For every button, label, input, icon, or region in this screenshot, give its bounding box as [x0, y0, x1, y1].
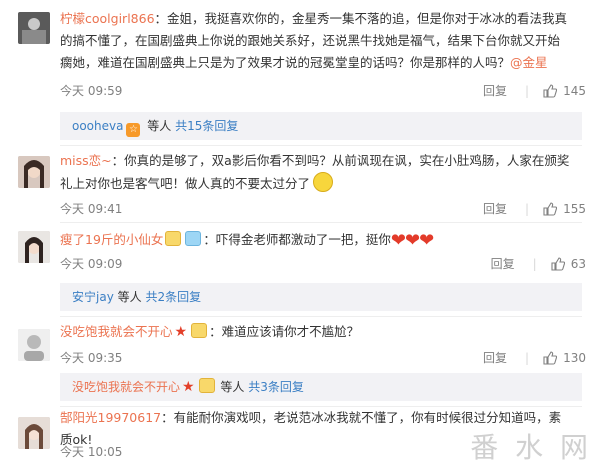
more-replies[interactable]: 安宁jay 等人 共2条回复: [60, 283, 582, 311]
vip-badge-icon: [185, 231, 202, 246]
avatar[interactable]: [18, 231, 50, 263]
comment-actions: 回复 | 63: [491, 255, 586, 272]
comment-username[interactable]: 郜阳光19970617: [60, 410, 161, 425]
reply-button[interactable]: 回复: [483, 349, 507, 366]
reply-username[interactable]: 没吃饱我就会不开心: [72, 380, 180, 394]
more-replies[interactable]: 没吃饱我就会不开心 ★ 等人 共3条回复: [60, 373, 582, 401]
divider: |: [525, 83, 530, 98]
thumbs-up-icon: [543, 201, 558, 216]
vip-badge-icon: ☆: [126, 123, 141, 137]
comment-actions: 回复 | 130: [483, 349, 586, 366]
comment-username[interactable]: 没吃饱我就会不开心: [60, 324, 173, 339]
reply-button[interactable]: 回复: [491, 255, 515, 272]
reply-button[interactable]: 回复: [483, 200, 507, 217]
comment-text: 瘦了19斤的小仙女 ：吓得金老师都激动了一把，挺你❤❤❤: [60, 229, 570, 252]
comment-time: 今天 09:59: [60, 84, 123, 98]
reply-count-link[interactable]: 共3条回复: [248, 380, 304, 394]
avatar[interactable]: [18, 156, 50, 188]
star-icon: ★: [182, 379, 195, 395]
reply-button[interactable]: 回复: [483, 82, 507, 99]
star-icon: ★: [174, 324, 188, 340]
comment-body: ：难道应该请你才不尴尬？: [209, 324, 360, 339]
divider: |: [532, 256, 537, 271]
smile-emoji-icon: [313, 172, 334, 192]
comment-username[interactable]: miss恋~: [60, 153, 112, 168]
like-count: 130: [563, 350, 586, 365]
comment-actions: 回复 | 155: [483, 200, 586, 217]
comment-text: 没吃饱我就会不开心 ★ ：难道应该请你才不尴尬？: [60, 321, 570, 343]
vip-badge-icon: [198, 378, 215, 393]
thumbs-up-icon: [551, 256, 565, 271]
reply-suffix: 等人: [220, 380, 245, 394]
thumbs-up-icon: [543, 83, 558, 98]
mention-link[interactable]: @金星: [510, 55, 548, 70]
divider: |: [525, 201, 530, 216]
like-button[interactable]: 155: [543, 202, 586, 216]
avatar[interactable]: [18, 12, 50, 44]
reply-count-link[interactable]: 共15条回复: [175, 119, 238, 133]
vip-badge-icon: [165, 231, 182, 246]
like-button[interactable]: 145: [543, 84, 586, 98]
comment-body: ：吓得金老师都激动了一把，挺你: [203, 232, 391, 247]
like-count: 145: [563, 83, 586, 98]
comment-username[interactable]: 瘦了19斤的小仙女: [60, 232, 163, 247]
comment-time: 今天 09:41: [60, 202, 123, 216]
vip-badge-icon: [191, 323, 208, 338]
reply-suffix: 等人: [117, 290, 142, 304]
divider: |: [525, 350, 530, 365]
more-replies[interactable]: oooheva ☆ 等人 共15条回复: [60, 112, 582, 140]
like-count: 63: [570, 256, 586, 271]
comment-time: 今天 09:35: [60, 351, 123, 365]
like-count: 155: [563, 201, 586, 216]
heart-emoji-icon: ❤❤❤: [390, 230, 434, 251]
comment-time: 今天 09:09: [60, 257, 123, 271]
thumbs-up-icon: [543, 350, 558, 365]
watermark: 番 水 网: [470, 431, 592, 464]
divider: [60, 222, 582, 223]
avatar[interactable]: [18, 417, 50, 449]
reply-username[interactable]: 安宁jay: [72, 290, 114, 304]
comment-actions: 回复 | 145: [483, 82, 586, 99]
comment-time: 今天 10:05: [60, 445, 123, 459]
like-button[interactable]: 63: [551, 257, 586, 271]
comment-text: 柠檬coolgirl866：金姐，我挺喜欢你的，金星秀一集不落的追，但是你对于冰…: [60, 8, 570, 74]
divider: [60, 145, 582, 146]
reply-suffix: 等人: [147, 119, 172, 133]
comment-username[interactable]: 柠檬coolgirl866: [60, 11, 155, 26]
comment-text: miss恋~：你真的是够了，双a影后你看不到吗？从前讽现在讽，实在小肚鸡肠，人家…: [60, 150, 570, 195]
reply-count-link[interactable]: 共2条回复: [145, 290, 201, 304]
like-button[interactable]: 130: [543, 351, 586, 365]
divider: [60, 316, 582, 317]
reply-username[interactable]: oooheva: [72, 119, 123, 133]
avatar[interactable]: [18, 329, 50, 361]
